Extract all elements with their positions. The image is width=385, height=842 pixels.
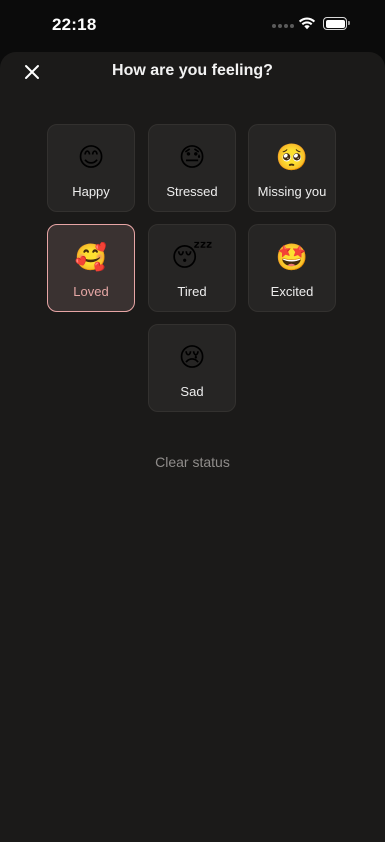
mood-label: Happy bbox=[72, 184, 110, 199]
clear-status-button[interactable]: Clear status bbox=[0, 454, 385, 470]
mood-label: Tired bbox=[177, 284, 207, 299]
status-bar: 22:18 bbox=[0, 0, 385, 52]
excited-emoji-icon: 🤩 bbox=[275, 242, 309, 272]
happy-emoji-icon: 😊 bbox=[77, 142, 105, 172]
mood-tile-tired[interactable]: 😴 Tired bbox=[148, 224, 236, 312]
cellular-signal-icon bbox=[272, 24, 294, 28]
mood-label: Excited bbox=[270, 284, 314, 299]
mood-tile-missing-you[interactable]: 🥺 Missing you bbox=[248, 124, 336, 212]
mood-label: Missing you bbox=[257, 184, 327, 199]
mood-tile-stressed[interactable]: 😓 Stressed bbox=[148, 124, 236, 212]
sad-emoji-icon: 😢 bbox=[178, 342, 206, 372]
sheet-title: How are you feeling? bbox=[112, 62, 273, 79]
mood-tile-excited[interactable]: 🤩 Excited bbox=[248, 224, 336, 312]
mood-label: Loved bbox=[73, 284, 109, 299]
battery-icon bbox=[323, 17, 350, 30]
mood-tile-happy[interactable]: 😊 Happy bbox=[47, 124, 135, 212]
mood-tile-sad[interactable]: 😢 Sad bbox=[148, 324, 236, 412]
mood-sheet: How are you feeling? 😊 Happy 😓 Stressed … bbox=[0, 52, 385, 842]
tired-emoji-icon: 😴 bbox=[171, 242, 213, 272]
loved-emoji-icon: 🥰 bbox=[74, 242, 108, 272]
status-time: 22:18 bbox=[52, 15, 97, 34]
mood-label: Stressed bbox=[166, 184, 218, 199]
mood-tile-loved[interactable]: 🥰 Loved bbox=[47, 224, 135, 312]
mood-label: Sad bbox=[180, 384, 204, 399]
missing-you-emoji-icon: 🥺 bbox=[275, 142, 309, 172]
stressed-emoji-icon: 😓 bbox=[178, 142, 206, 172]
wifi-icon bbox=[298, 16, 316, 35]
